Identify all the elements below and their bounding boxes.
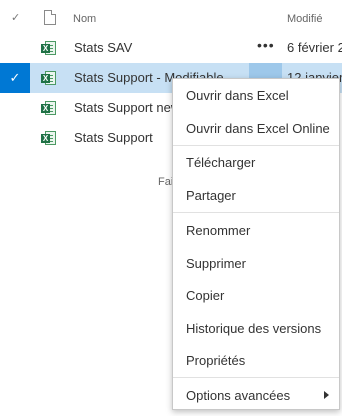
modified-date: 6 février 2 — [287, 40, 342, 55]
excel-file-icon: X — [41, 130, 57, 146]
menu-item-open-in-excel-online[interactable]: Ouvrir dans Excel Online — [173, 113, 339, 143]
row-checkbox-checked-icon[interactable]: ✓ — [0, 63, 30, 93]
menu-item-properties[interactable]: Propriétés — [173, 345, 339, 375]
menu-divider — [173, 145, 339, 146]
menu-divider — [173, 212, 339, 213]
select-all-check-icon[interactable]: ✓ — [11, 11, 20, 24]
file-type-column-icon[interactable] — [44, 10, 56, 25]
file-name-link[interactable]: Stats Support — [74, 130, 153, 145]
file-name-link[interactable]: Stats Support new — [74, 100, 180, 115]
menu-item-rename[interactable]: Renommer — [173, 215, 339, 245]
excel-file-icon: X — [41, 70, 57, 86]
context-menu: Ouvrir dans Excel Ouvrir dans Excel Onli… — [172, 78, 340, 410]
drag-drop-hint-text: Fai — [158, 176, 174, 188]
menu-item-copy[interactable]: Copier — [173, 280, 339, 310]
table-row[interactable]: X Stats SAV ••• 6 février 2 — [0, 33, 342, 63]
menu-item-version-history[interactable]: Historique des versions — [173, 313, 339, 343]
column-header-name[interactable]: Nom — [73, 13, 96, 25]
menu-item-share[interactable]: Partager — [173, 180, 339, 210]
excel-file-icon: X — [41, 100, 57, 116]
excel-file-icon: X — [41, 40, 57, 56]
menu-item-download[interactable]: Télécharger — [173, 147, 339, 177]
chevron-right-icon — [324, 391, 329, 399]
menu-item-advanced-options[interactable]: Options avancées — [173, 380, 339, 410]
more-actions-ellipsis-icon[interactable]: ••• — [257, 37, 275, 53]
column-header-modified[interactable]: Modifié — [287, 13, 322, 25]
menu-item-open-in-excel[interactable]: Ouvrir dans Excel — [173, 80, 339, 110]
menu-item-delete[interactable]: Supprimer — [173, 248, 339, 278]
file-name-link[interactable]: Stats SAV — [74, 40, 132, 55]
menu-divider — [173, 377, 339, 378]
